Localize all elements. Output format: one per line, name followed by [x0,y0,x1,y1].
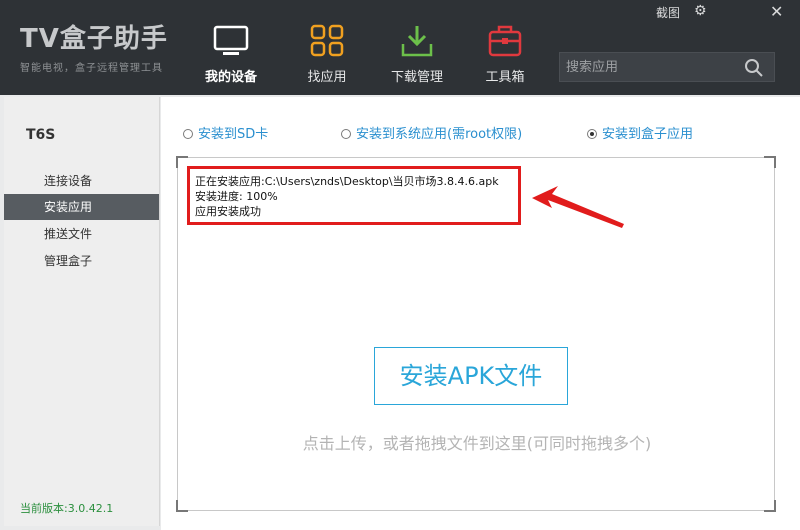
logo-title: TV盒子助手 [20,24,168,54]
toolbox-icon [487,24,523,62]
corner-mark [764,500,776,512]
search-box [559,52,775,82]
corner-mark [176,500,188,512]
main-panel: 安装到SD卡 安装到系统应用(需root权限) 安装到盒子应用 正在安装应用:C… [161,97,800,530]
gear-icon[interactable]: ⚙ [694,3,707,19]
nav-label: 下载管理 [390,70,443,85]
top-bar: TV盒子助手 智能电视，盒子远程管理工具 我的设备 找应用 下载管理 工具箱 截… [0,0,800,95]
radio-button[interactable] [183,129,193,139]
search-icon[interactable] [744,58,764,82]
nav-download-manager[interactable]: 下载管理 [372,0,462,95]
radio-label: 安装到系统应用(需root权限) [356,127,523,142]
install-log-progress: 安装进度: 100% [195,190,278,203]
install-log-highlight: 正在安装应用:C:\Users\znds\Desktop\当贝市场3.8.4.6… [187,166,521,225]
radio-install-sd-card[interactable]: 安装到SD卡 [183,123,268,142]
radio-label: 安装到盒子应用 [602,127,694,142]
logo-subtitle: 智能电视，盒子远程管理工具 [20,63,163,74]
grid-icon [309,24,345,62]
sidebar-item-manage-box[interactable]: 管理盒子 [4,248,159,274]
screenshot-button[interactable]: 截图 [656,4,680,21]
install-log-path: 正在安装应用:C:\Users\znds\Desktop\当贝市场3.8.4.6… [195,175,499,188]
red-arrow-icon [528,184,628,238]
nav-label: 我的设备 [204,70,257,85]
download-icon [399,24,435,62]
radio-install-system-app[interactable]: 安装到系统应用(需root权限) [341,123,522,142]
sidebar-item-install-app[interactable]: 安装应用 [4,194,159,220]
device-name: T6S [26,127,56,143]
sidebar: T6S 连接设备 安装应用 推送文件 管理盒子 当前版本:3.0.42.1 [4,97,160,526]
search-input[interactable] [566,57,736,77]
nav-find-apps[interactable]: 找应用 [282,0,372,95]
close-icon[interactable]: ✕ [770,2,783,21]
monitor-icon [213,24,249,62]
install-log-status: 应用安装成功 [195,205,261,218]
radio-button[interactable] [341,129,351,139]
sidebar-item-push-file[interactable]: 推送文件 [4,221,159,247]
radio-install-box-app[interactable]: 安装到盒子应用 [587,123,693,142]
install-apk-button[interactable]: 安装APK文件 [374,347,568,405]
drop-hint: 点击上传，或者拖拽文件到这里(可同时拖拽多个) [302,434,652,453]
nav-my-devices[interactable]: 我的设备 [186,0,276,95]
corner-mark [764,156,776,168]
file-drop-zone[interactable]: 正在安装应用:C:\Users\znds\Desktop\当贝市场3.8.4.6… [176,156,776,512]
app-logo: TV盒子助手 智能电视，盒子远程管理工具 [20,18,168,74]
nav-label: 工具箱 [485,70,525,85]
nav-label: 找应用 [307,70,347,85]
version-label: 当前版本:3.0.42.1 [20,502,114,515]
radio-label: 安装到SD卡 [198,127,269,142]
radio-button-selected[interactable] [587,129,597,139]
sidebar-item-connect-device[interactable]: 连接设备 [4,168,159,194]
nav-toolbox[interactable]: 工具箱 [460,0,550,95]
